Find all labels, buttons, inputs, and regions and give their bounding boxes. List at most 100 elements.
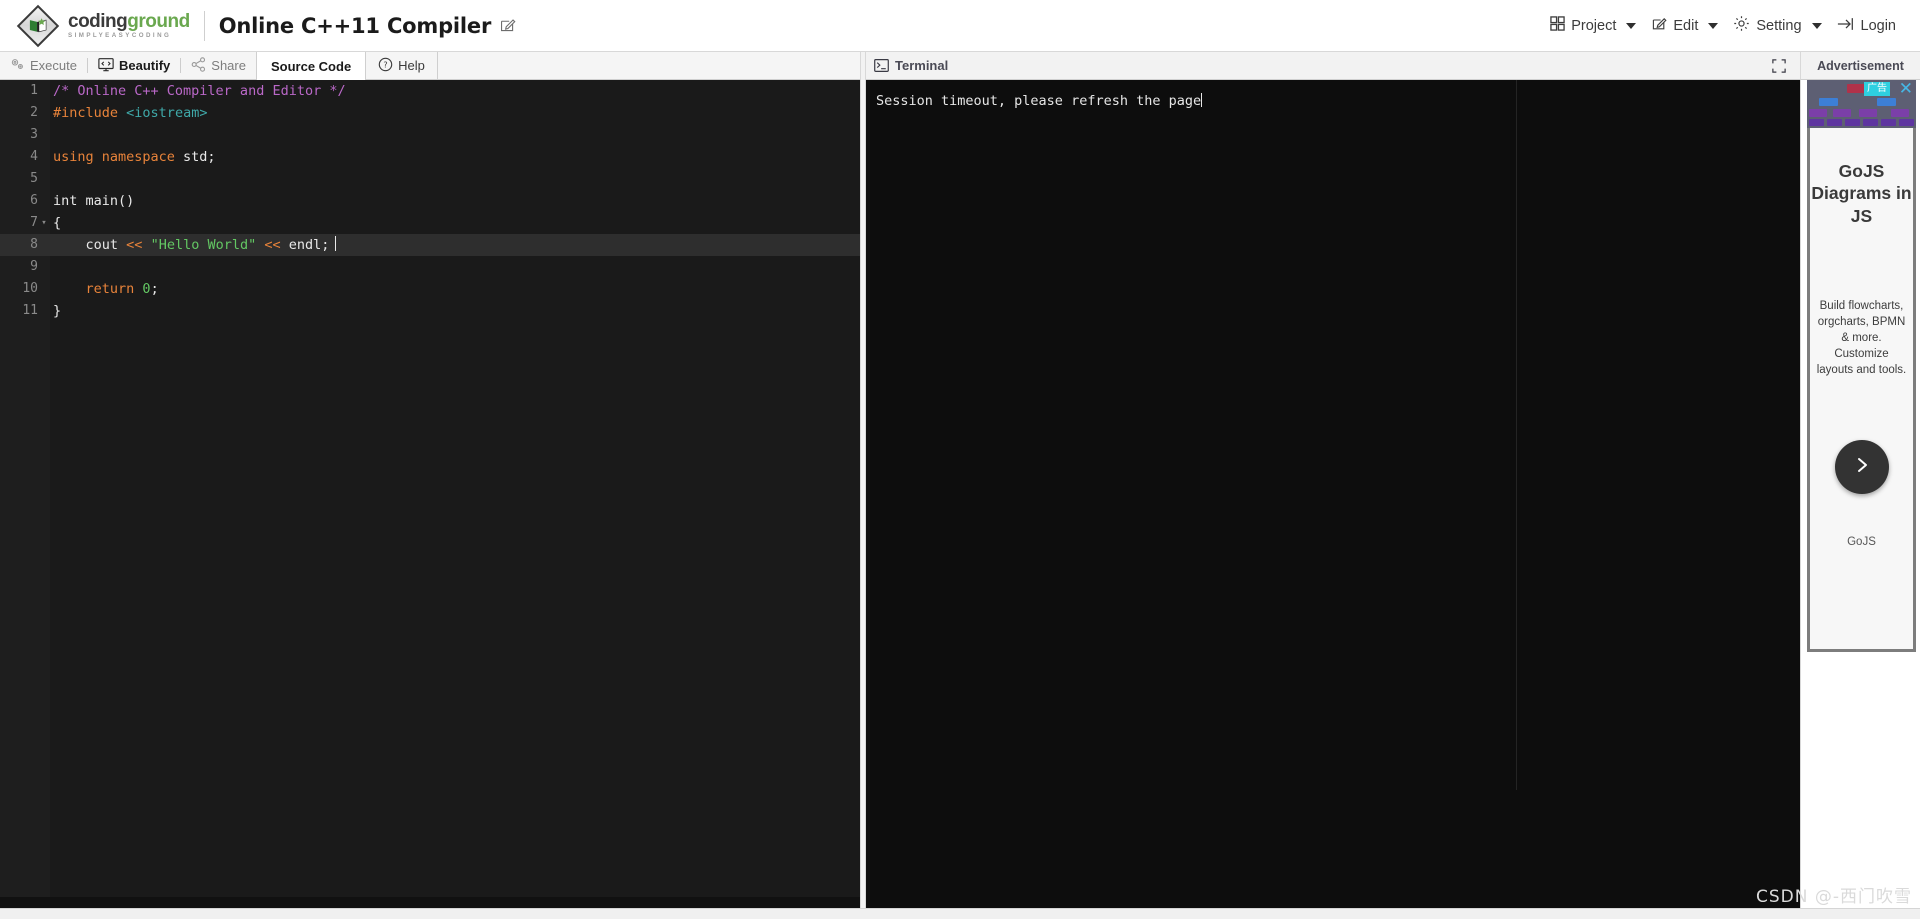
code-line[interactable]: 8 cout << "Hello World" << endl; <box>0 234 860 256</box>
code-text: using namespace std; <box>53 146 216 168</box>
book-icon <box>29 17 47 32</box>
codingground-logo-icon <box>16 4 60 48</box>
help-button[interactable]: ? Help <box>366 52 438 79</box>
advertisement-body: GoJS Diagrams in JS Build flowcharts, or… <box>1810 128 1913 649</box>
logo-text-ground: ground <box>127 10 190 32</box>
page-horizontal-scrollbar[interactable] <box>0 908 1920 919</box>
code-line[interactable]: 1 /* Online C++ Compiler and Editor */ <box>0 80 860 102</box>
code-fold-toggle[interactable]: ▾ <box>40 212 48 234</box>
code-text: #include <iostream> <box>53 102 207 124</box>
text-caret <box>335 236 337 251</box>
editor-toolbar: Execute Beautify Share Source Code ? Hel… <box>0 52 860 80</box>
share-button[interactable]: Share <box>181 52 256 79</box>
code-lines[interactable]: 1 /* Online C++ Compiler and Editor */ 2 #i… <box>0 80 860 322</box>
code-token-include: <iostream> <box>126 105 208 121</box>
terminal-header: Terminal <box>866 52 1800 80</box>
title-divider <box>203 10 205 41</box>
code-line[interactable]: 11} <box>0 300 860 322</box>
ad-badge-label: 广告 <box>1864 82 1890 96</box>
code-text: return 0; <box>53 278 159 300</box>
code-text: { <box>53 212 61 234</box>
tab-source-code[interactable]: Source Code <box>255 52 367 80</box>
code-line[interactable]: 7 ▾ { <box>0 212 860 234</box>
code-editor[interactable]: 1 /* Online C++ Compiler and Editor */ 2 #i… <box>0 80 860 908</box>
menu-item-edit[interactable]: Edit <box>1645 12 1724 40</box>
share-label: Share <box>211 58 246 73</box>
code-line[interactable]: 2 #include <iostream> <box>0 102 860 124</box>
code-token-op: << <box>264 237 281 253</box>
share-nodes-icon <box>191 56 206 75</box>
code-token-plain: std; <box>174 149 216 165</box>
brand-wordmark: codingground SIMPLYEASYCODING <box>68 12 190 39</box>
page-title: Online C++11 Compiler <box>218 13 492 38</box>
code-line[interactable]: 3 <box>0 124 860 146</box>
close-icon[interactable]: ✕ <box>1899 81 1913 98</box>
advertisement-column: 广告 ✕ GoJS Diagrams in JS Build flowchart… <box>1800 80 1920 919</box>
chevron-down-icon <box>1626 22 1637 29</box>
console-prompt-icon <box>874 59 889 72</box>
menu-label-setting: Setting <box>1756 17 1802 34</box>
line-number: 2 <box>30 105 38 120</box>
line-number: 8 <box>30 237 38 252</box>
code-line[interactable]: 9 <box>0 256 860 278</box>
code-token-pre: #include <box>53 105 119 121</box>
code-token-plain: { <box>53 215 62 231</box>
expand-icon[interactable] <box>1772 58 1786 73</box>
gears-icon <box>10 57 25 74</box>
chevron-right-icon <box>1852 455 1872 480</box>
chevron-down-icon <box>1811 22 1822 29</box>
chevron-down-icon <box>1708 22 1719 29</box>
line-number: 1 <box>30 83 38 98</box>
svg-text:?: ? <box>384 60 388 69</box>
advertisement-label: Advertisement <box>1817 58 1904 73</box>
line-number: 11 <box>22 303 38 318</box>
orgchart-preview-image[interactable]: 广告 ✕ <box>1807 80 1916 128</box>
terminal-caret <box>1201 93 1203 107</box>
code-token-plain: } <box>53 303 62 319</box>
menu-item-project[interactable]: Project <box>1544 12 1642 39</box>
ad-brand-label: GoJS <box>1847 536 1876 549</box>
line-number: 7 <box>30 215 38 230</box>
question-circle-icon: ? <box>378 57 393 75</box>
code-monitor-icon <box>98 57 114 75</box>
code-token-num: 0 <box>142 281 151 297</box>
code-token-plain: cout <box>53 237 127 253</box>
code-text: } <box>53 300 61 322</box>
code-token-plain: int main() <box>53 193 135 209</box>
code-line[interactable]: 10 return 0; <box>0 278 860 300</box>
pencil-square-icon <box>1651 16 1667 36</box>
logo-text-coding: coding <box>68 10 128 32</box>
line-number: 10 <box>22 281 38 296</box>
beautify-label: Beautify <box>118 58 171 73</box>
menu-item-login[interactable]: Login <box>1831 12 1902 40</box>
brand-logo[interactable]: codingground SIMPLYEASYCODING <box>0 4 190 48</box>
code-token-comment: /* Online C++ Compiler and Editor */ <box>53 83 346 99</box>
code-line[interactable]: 4 using namespace std; <box>0 146 860 168</box>
code-text: /* Online C++ Compiler and Editor */ <box>53 80 346 102</box>
watermark: CSDN @-西门吹雪 <box>1755 887 1912 907</box>
menu-label-edit: Edit <box>1673 17 1699 34</box>
menu-item-setting[interactable]: Setting <box>1727 11 1827 40</box>
code-line[interactable]: 6 int main() <box>0 190 860 212</box>
advertisement-unit[interactable]: 广告 ✕ GoJS Diagrams in JS Build flowchart… <box>1807 80 1916 652</box>
grid-icon <box>1550 16 1565 35</box>
line-number: 3 <box>30 127 38 142</box>
line-number: 4 <box>30 149 38 164</box>
terminal-output-pane[interactable]: Session timeout, please refresh the page <box>866 80 1800 908</box>
execute-label: Execute <box>30 58 77 73</box>
logo-tagline: SIMPLYEASYCODING <box>68 31 172 39</box>
code-line[interactable]: 5 <box>0 168 860 190</box>
code-token-op: << <box>126 237 143 253</box>
pencil-square-icon[interactable] <box>499 17 516 34</box>
line-number: 5 <box>30 171 38 186</box>
help-label: Help <box>398 58 425 73</box>
editor-horizontal-scrollbar[interactable] <box>0 897 860 908</box>
execute-button[interactable]: Execute <box>0 52 87 79</box>
terminal-title: Terminal <box>895 58 949 73</box>
beautify-button[interactable]: Beautify <box>88 52 180 79</box>
login-arrow-icon <box>1837 16 1855 36</box>
ad-cta-button[interactable] <box>1834 440 1889 495</box>
code-text: cout << "Hello World" << endl; <box>53 234 337 256</box>
